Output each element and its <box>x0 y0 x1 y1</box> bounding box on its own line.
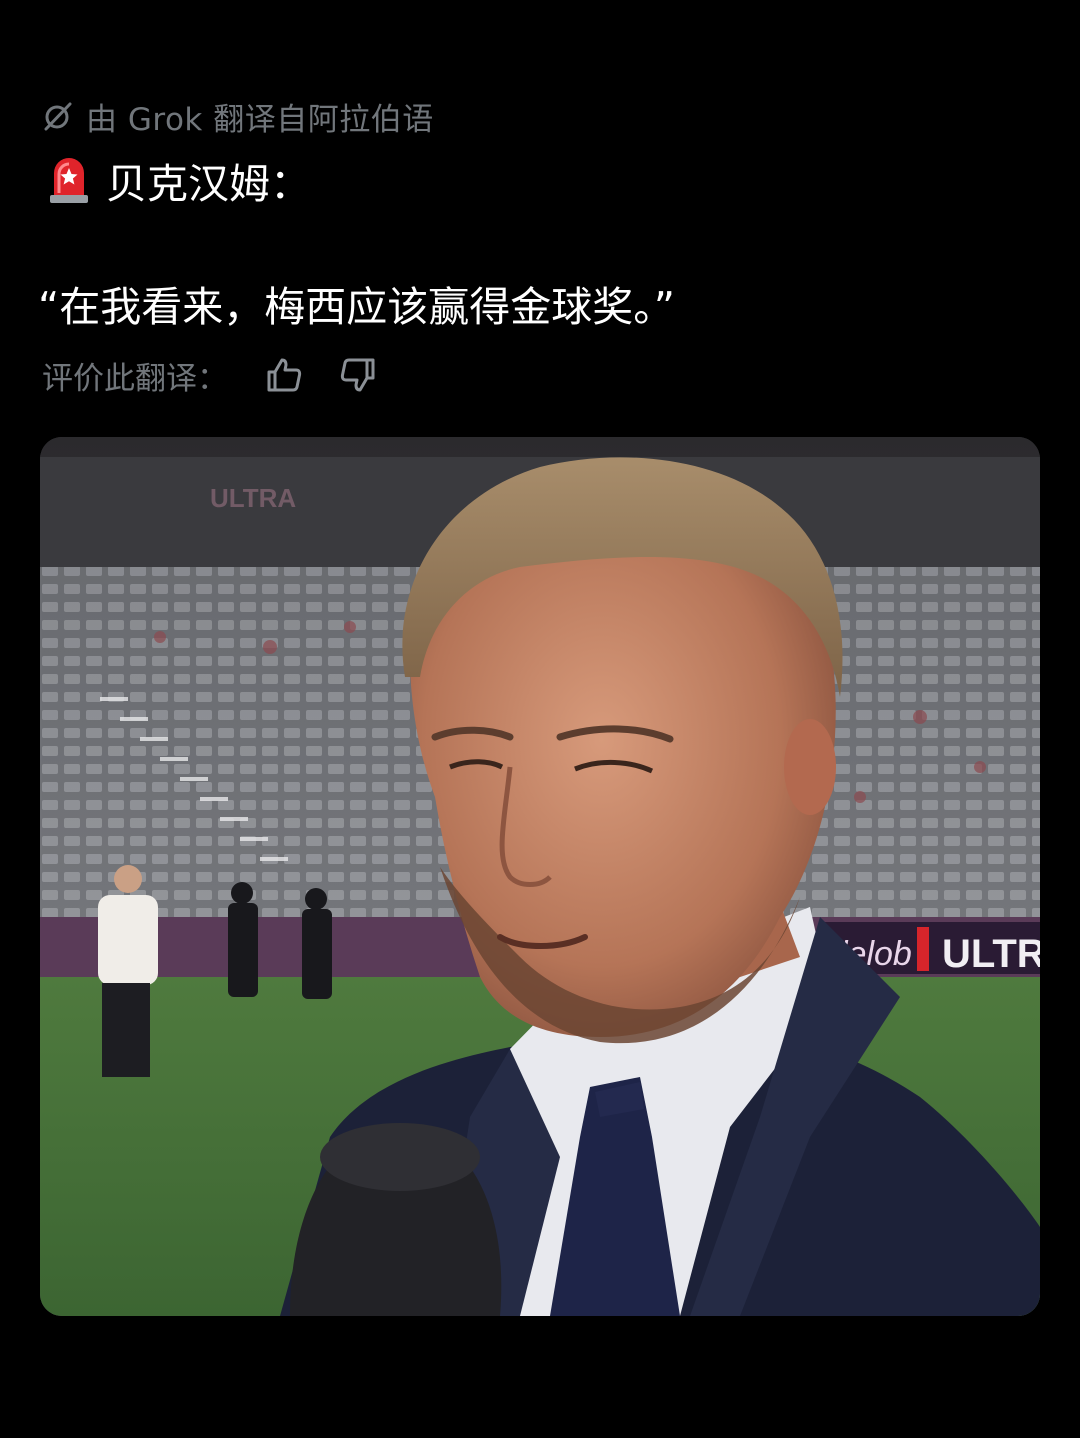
post: 由 Grok 翻译自阿拉伯语 贝克汉姆： “在我看来，梅西应该赢得金球奖。” 评… <box>0 0 1080 1438</box>
translation-note[interactable]: 由 Grok 翻译自阿拉伯语 <box>42 94 434 138</box>
headline-text: 贝克汉姆： <box>106 160 311 208</box>
post-headline: 贝克汉姆： <box>46 150 311 210</box>
background-person <box>98 865 158 1077</box>
signage-left-text: ULTRA <box>210 483 296 513</box>
signage-right-text: ULTR <box>942 932 1040 976</box>
rate-translation-label: 评价此翻译： <box>42 360 228 397</box>
grok-icon <box>42 100 74 132</box>
quote-text: “在我看来，梅西应该赢得金球奖。” <box>38 283 675 331</box>
rate-translation: 评价此翻译： <box>42 352 378 398</box>
thumbs-down-icon[interactable] <box>338 355 378 395</box>
thumbs-up-icon[interactable] <box>264 355 304 395</box>
post-video[interactable]: lelob ULTR ULTRA <box>40 437 1040 1316</box>
translation-note-text: 由 Grok 翻译自阿拉伯语 <box>86 101 434 138</box>
siren-icon <box>46 155 92 205</box>
